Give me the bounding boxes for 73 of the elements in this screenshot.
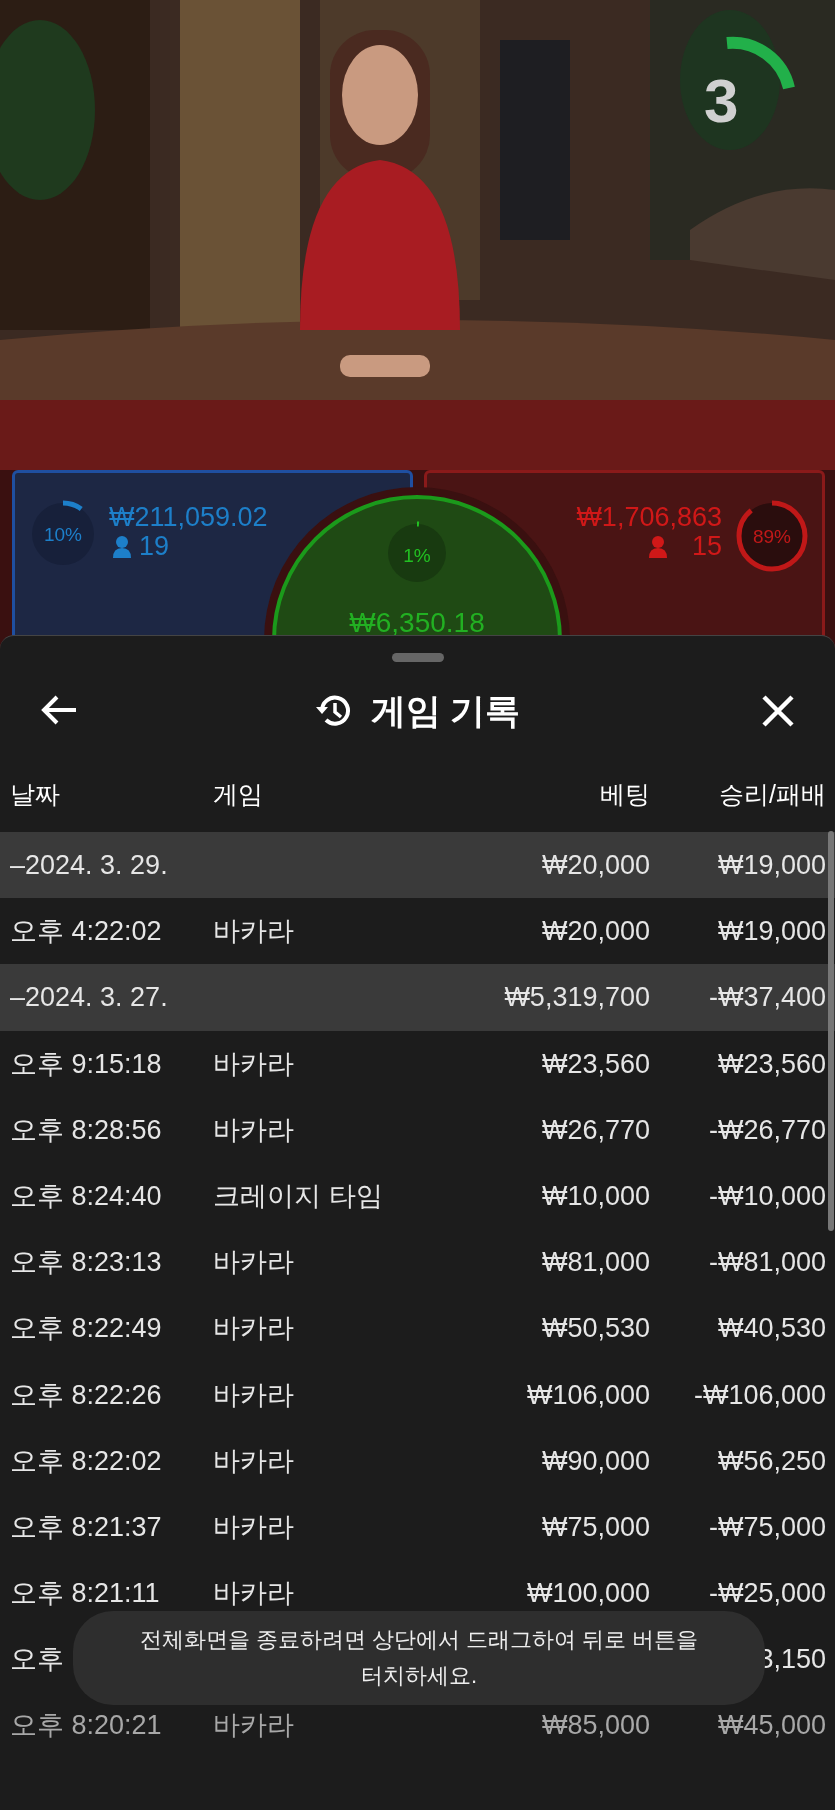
game-cell-text: 크레이지 타임	[213, 1179, 383, 1213]
result-cell-text: ₩40,530	[717, 1312, 826, 1346]
bet-cell-text: ₩20,000	[541, 849, 650, 882]
bet-cell-text: ₩20,000	[541, 915, 650, 949]
column-header: 베팅	[600, 779, 650, 810]
result-cell-text: ₩19,000	[717, 849, 826, 882]
player-count: 19	[139, 533, 170, 560]
bet-cell-text: ₩26,770	[541, 1113, 650, 1147]
bet-cell-text: ₩100,000	[526, 1577, 650, 1611]
result-cell-text: -₩75,000	[708, 1510, 826, 1544]
game-cell-text: 바카라	[213, 1577, 294, 1611]
result-cell-text: ₩56,250	[717, 1444, 826, 1478]
bet-cell-text: ₩81,000	[541, 1246, 650, 1280]
time-cell-text: 오후 9:15:18	[10, 1047, 162, 1081]
result-cell-text: ₩23,560	[717, 1047, 826, 1081]
result-cell-text: -₩81,000	[708, 1246, 826, 1280]
time-cell-text: 오후 4:22:02	[10, 915, 162, 949]
result-cell-text: -₩25,000	[708, 1577, 826, 1611]
player-percent: 10%	[43, 523, 83, 547]
column-header: 날짜	[10, 779, 60, 810]
result-cell-text: -₩106,000	[693, 1378, 826, 1412]
date-group-row[interactable]: –2024. 3. 29. ₩20,000 ₩19,000	[0, 832, 835, 899]
game-cell-text: 바카라	[213, 1113, 294, 1147]
game-cell-text: 바카라	[213, 1047, 294, 1081]
banker-count: 15	[691, 533, 722, 560]
time-cell-text: 오후 8:21:37	[10, 1510, 162, 1544]
time-cell-text: 오후 8:23:13	[10, 1246, 162, 1280]
game-cell-text: 바카라	[213, 1246, 294, 1280]
bet-cell-text: ₩5,319,700	[504, 981, 650, 1015]
time-cell-text: 오후 8:28:56	[10, 1113, 162, 1147]
countdown-timer: 3	[704, 70, 739, 132]
date-cell-text: –2024. 3. 27.	[10, 981, 168, 1015]
close-button[interactable]	[761, 694, 795, 728]
bet-cell-text: ₩106,000	[526, 1378, 650, 1412]
result-cell-text: -₩37,400	[708, 981, 826, 1015]
bet-cell-text: ₩10,000	[541, 1179, 650, 1213]
time-cell-text: 오후 8:24:40	[10, 1179, 162, 1213]
result-cell-text: ₩45,000	[717, 1709, 826, 1743]
time-cell-text: 오후 8:22:02	[10, 1444, 162, 1478]
bet-cell-text: ₩23,560	[541, 1047, 650, 1081]
column-header: 게임	[213, 779, 263, 810]
drag-handle[interactable]	[391, 653, 444, 662]
game-cell-text: 바카라	[213, 1312, 294, 1346]
game-cell-text: 바카라	[213, 1378, 294, 1412]
game-cell-text: 바카라	[213, 1510, 294, 1544]
time-cell-text: 오후 8:22:26	[10, 1378, 162, 1412]
player-bet-amount: ₩211,059.02	[109, 504, 268, 531]
time-cell-text: 오후 8:22:49	[10, 1312, 162, 1346]
sheet-title: 게임 기록	[370, 689, 521, 732]
close-icon	[761, 694, 795, 728]
result-cell-text: -₩26,770	[708, 1113, 826, 1147]
person-icon	[649, 536, 667, 558]
result-cell-text: -₩10,000	[708, 1179, 826, 1213]
person-icon	[113, 536, 131, 558]
time-cell-text: 오후	[10, 1643, 64, 1677]
time-cell-text: 오후 8:21:11	[10, 1577, 160, 1611]
game-cell-text: 바카라	[213, 915, 294, 949]
game-cell-text: 바카라	[213, 1709, 294, 1743]
banker-bet-amount: ₩1,706,863	[576, 504, 722, 531]
bet-cell-text: ₩85,000	[541, 1709, 650, 1743]
date-cell-text: –2024. 3. 29.	[10, 849, 168, 882]
game-cell-text: 바카라	[213, 1444, 294, 1478]
back-arrow-icon	[40, 694, 78, 726]
date-group-row[interactable]: –2024. 3. 27. ₩5,319,700 -₩37,400	[0, 964, 835, 1031]
bet-cell-text: ₩50,530	[541, 1312, 650, 1346]
toast-message: 전체화면을 종료하려면 상단에서 드래그하여 뒤로 버튼을 터치하세요.	[73, 1611, 765, 1705]
bet-cell-text: ₩75,000	[541, 1510, 650, 1544]
bet-cell-text: ₩90,000	[541, 1444, 650, 1478]
banker-percent: 89%	[752, 525, 792, 549]
result-cell-text: ₩19,000	[717, 915, 826, 949]
time-cell-text: 오후 8:20:21	[10, 1709, 162, 1743]
back-button[interactable]	[40, 694, 78, 726]
column-header: 승리/패배	[719, 779, 826, 810]
